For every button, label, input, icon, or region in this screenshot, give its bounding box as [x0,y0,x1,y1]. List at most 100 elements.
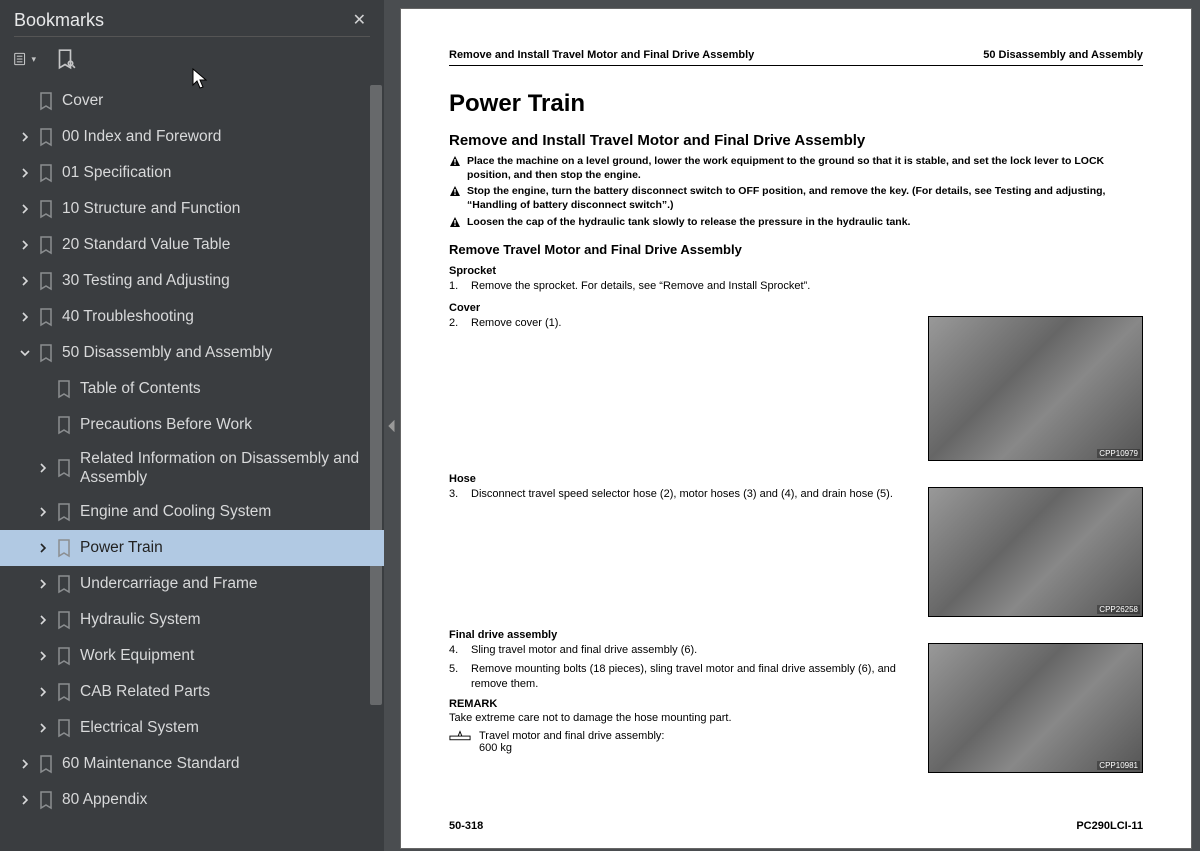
bookmark-label: 01 Specification [62,157,171,188]
bookmark-icon [36,790,56,810]
header-left: Remove and Install Travel Motor and Fina… [449,49,754,61]
bookmarks-panel: Bookmarks ✕ Cover00 Index and Foreword01… [0,0,384,851]
find-bookmark-icon[interactable] [54,49,76,69]
chevron-right-icon[interactable] [18,276,32,286]
bookmark-item[interactable]: Engine and Cooling System [0,494,384,530]
bookmark-item[interactable]: Power Train [0,530,384,566]
close-icon[interactable]: ✕ [349,6,370,34]
step-text: Sling travel motor and final drive assem… [471,643,697,658]
chevron-right-icon[interactable] [36,579,50,589]
bookmark-icon [54,415,74,435]
chevron-right-icon[interactable] [36,507,50,517]
bookmark-item[interactable]: Work Equipment [0,638,384,674]
chevron-down-icon[interactable] [18,348,32,358]
bookmark-item[interactable]: 01 Specification [0,155,384,191]
chevron-right-icon[interactable] [18,240,32,250]
mass-value: 600 kg [479,742,664,754]
step-number: 4. [449,643,461,658]
bookmark-item[interactable]: Cover [0,83,384,119]
bookmark-icon [36,163,56,183]
chevron-right-icon[interactable] [36,687,50,697]
chevron-right-icon[interactable] [36,651,50,661]
bookmark-label: CAB Related Parts [80,676,210,707]
bookmark-item[interactable]: 60 Maintenance Standard [0,746,384,782]
document-viewer[interactable]: Remove and Install Travel Motor and Fina… [400,0,1200,851]
chevron-right-icon[interactable] [18,312,32,322]
chevron-right-icon[interactable] [36,543,50,553]
bookmark-item[interactable]: 30 Testing and Adjusting [0,263,384,299]
bookmark-item[interactable]: 50 Disassembly and Assembly [0,335,384,371]
step-text: Remove the sprocket. For details, see “R… [471,279,810,294]
bookmark-item[interactable]: Table of Contents [0,371,384,407]
warning-text: Loosen the cap of the hydraulic tank slo… [467,216,910,233]
warning-icon [449,185,461,212]
figure-label: CPP26258 [1097,605,1140,614]
figure-label: CPP10979 [1097,449,1140,458]
bookmark-label: Precautions Before Work [80,409,252,440]
figure-label: CPP10981 [1097,761,1140,770]
chevron-right-icon[interactable] [18,795,32,805]
step-group-label: Sprocket [449,265,1143,277]
step-text: Disconnect travel speed selector hose (2… [471,487,893,502]
warning-icon [449,155,461,182]
bookmark-icon [36,235,56,255]
step-number: 3. [449,487,461,502]
bookmark-item[interactable]: 40 Troubleshooting [0,299,384,335]
bookmark-label: Related Information on Disassembly and A… [80,443,384,494]
step-item: 3. Disconnect travel speed selector hose… [449,487,916,502]
bookmark-icon [54,574,74,594]
chevron-right-icon[interactable] [18,204,32,214]
bookmark-label: 50 Disassembly and Assembly [62,337,272,368]
chevron-right-icon[interactable] [18,132,32,142]
mass-icon [449,730,471,747]
remark-label: REMARK [449,698,916,710]
bookmark-item[interactable]: Hydraulic System [0,602,384,638]
figure-image: CPP26258 [928,487,1143,617]
bookmark-item[interactable]: 10 Structure and Function [0,191,384,227]
collapse-sidebar-handle[interactable] [384,0,400,851]
step-group-label: Final drive assembly [449,629,1143,641]
bookmark-label: 30 Testing and Adjusting [62,265,230,296]
warning-text: Stop the engine, turn the battery discon… [467,185,1143,212]
sidebar-title: Bookmarks [14,10,104,31]
bookmark-item[interactable]: CAB Related Parts [0,674,384,710]
bookmark-item[interactable]: Undercarriage and Frame [0,566,384,602]
warning-item: Place the machine on a level ground, low… [449,155,1143,182]
mass-spec: Travel motor and final drive assembly: 6… [449,730,916,754]
chevron-right-icon[interactable] [18,759,32,769]
step-number: 1. [449,279,461,294]
bookmark-icon [54,610,74,630]
header-right: 50 Disassembly and Assembly [983,49,1143,61]
step-item: 5. Remove mounting bolts (18 pieces), sl… [449,662,916,692]
bookmark-label: 10 Structure and Function [62,193,240,224]
bookmark-item[interactable]: Precautions Before Work [0,407,384,443]
bookmark-label: 20 Standard Value Table [62,229,230,260]
warning-icon [449,216,461,233]
chevron-right-icon[interactable] [36,615,50,625]
bookmark-item[interactable]: 00 Index and Foreword [0,119,384,155]
sidebar-header: Bookmarks ✕ [0,0,384,36]
page-running-header: Remove and Install Travel Motor and Fina… [449,49,1143,66]
bookmark-item[interactable]: Electrical System [0,710,384,746]
step-group-label: Hose [449,473,1143,485]
outline-options-icon[interactable] [14,49,36,69]
bookmark-label: 80 Appendix [62,784,147,815]
bookmark-icon [36,199,56,219]
chevron-right-icon[interactable] [36,723,50,733]
step-item: 4. Sling travel motor and final drive as… [449,643,916,658]
step-text: Remove cover (1). [471,316,561,331]
bookmark-label: 60 Maintenance Standard [62,748,240,779]
mass-label: Travel motor and final drive assembly: [479,730,664,742]
bookmark-label: Power Train [80,532,163,563]
chevron-right-icon[interactable] [36,463,50,473]
step-group-label: Cover [449,302,1143,314]
bookmark-icon [54,379,74,399]
bookmark-icon [54,646,74,666]
subsection-heading: Remove Travel Motor and Final Drive Asse… [449,242,1143,257]
bookmark-icon [36,271,56,291]
chevron-right-icon[interactable] [18,168,32,178]
bookmark-label: Engine and Cooling System [80,496,271,527]
bookmark-item[interactable]: 20 Standard Value Table [0,227,384,263]
bookmark-item[interactable]: 80 Appendix [0,782,384,818]
bookmark-item[interactable]: Related Information on Disassembly and A… [0,443,384,494]
